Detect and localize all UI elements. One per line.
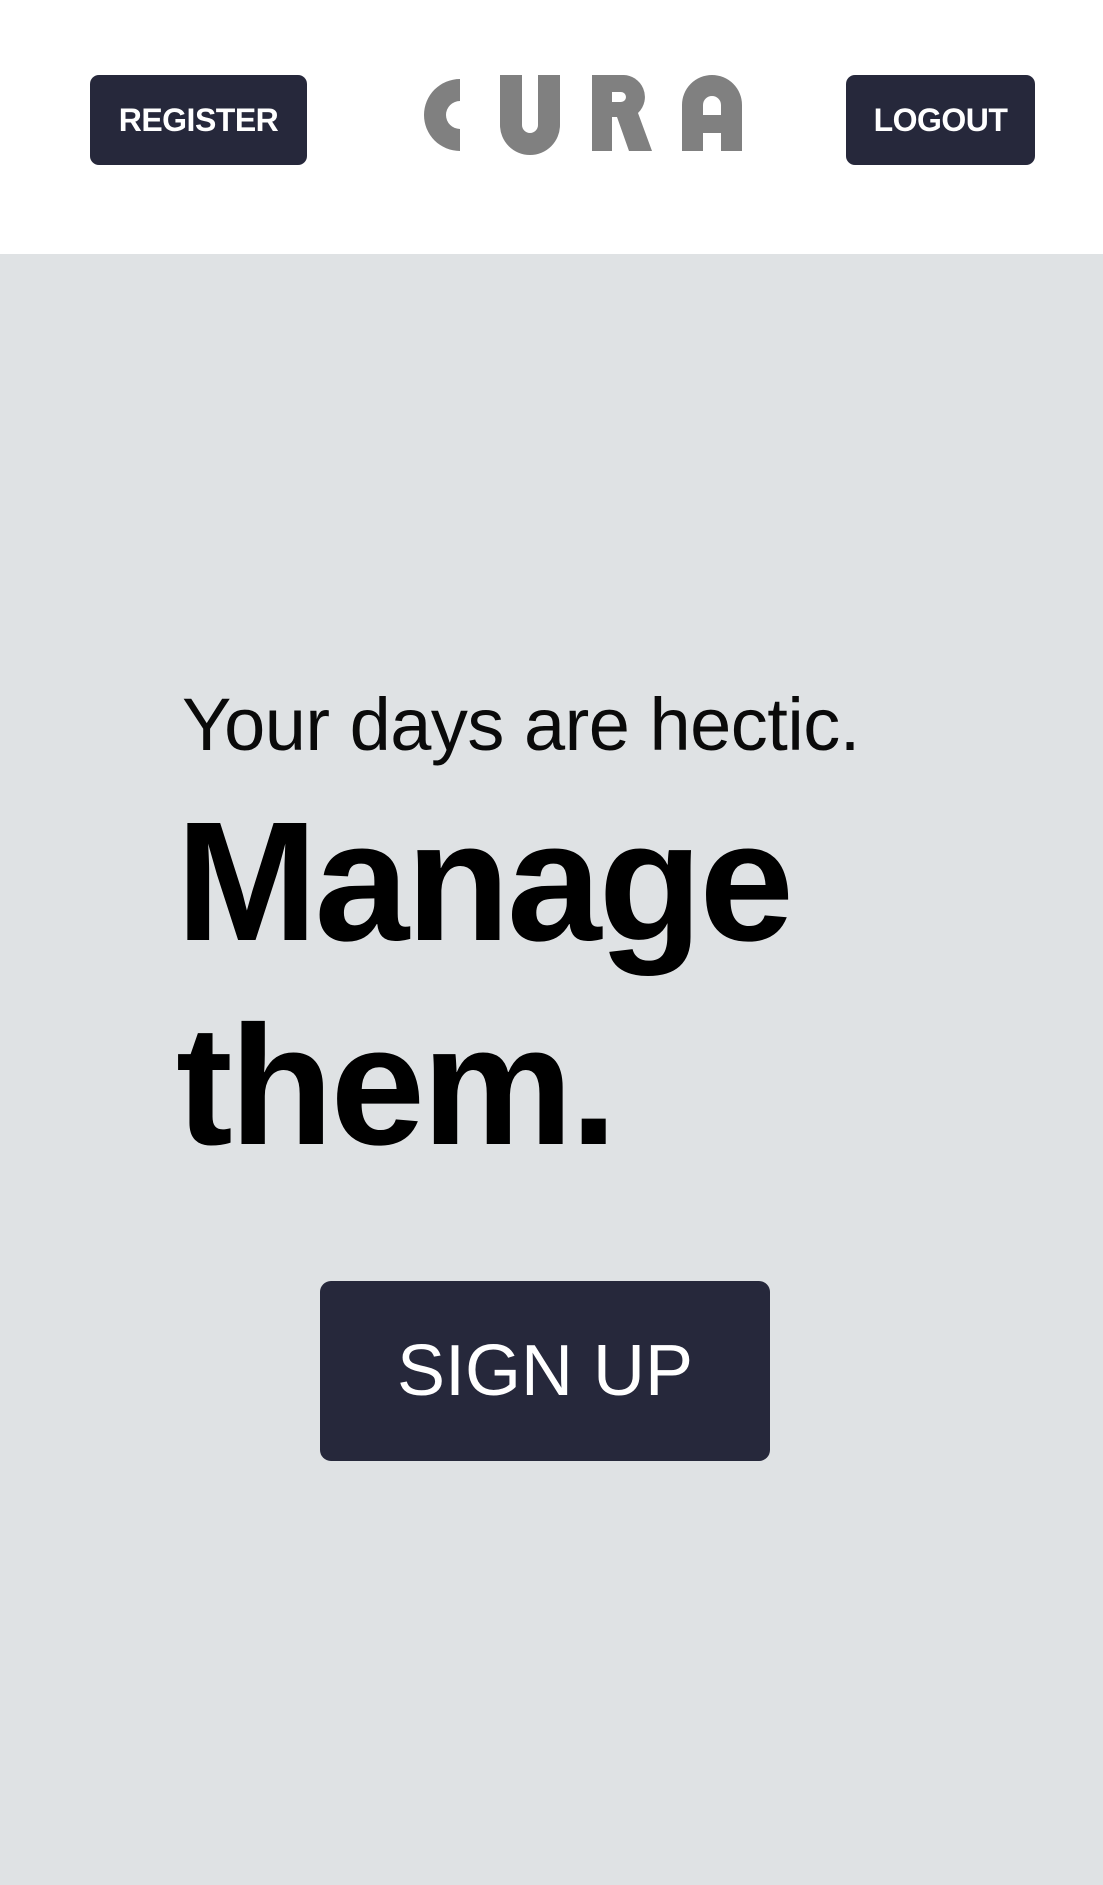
register-button[interactable]: REGISTER [90, 75, 307, 165]
logo-letter-u [500, 75, 560, 155]
hero-tagline: Your days are hectic. [182, 683, 860, 766]
sign-up-button[interactable]: SIGN UP [320, 1281, 770, 1461]
site-header: REGISTER LOGOUT [0, 0, 1103, 254]
logo-letter-c [424, 79, 460, 151]
cura-logo[interactable] [400, 75, 755, 155]
logo-letter-a [682, 75, 742, 151]
logout-button[interactable]: LOGOUT [846, 75, 1035, 165]
hero-headline: Manage them. [176, 787, 794, 1181]
logo-letter-r [592, 75, 652, 151]
